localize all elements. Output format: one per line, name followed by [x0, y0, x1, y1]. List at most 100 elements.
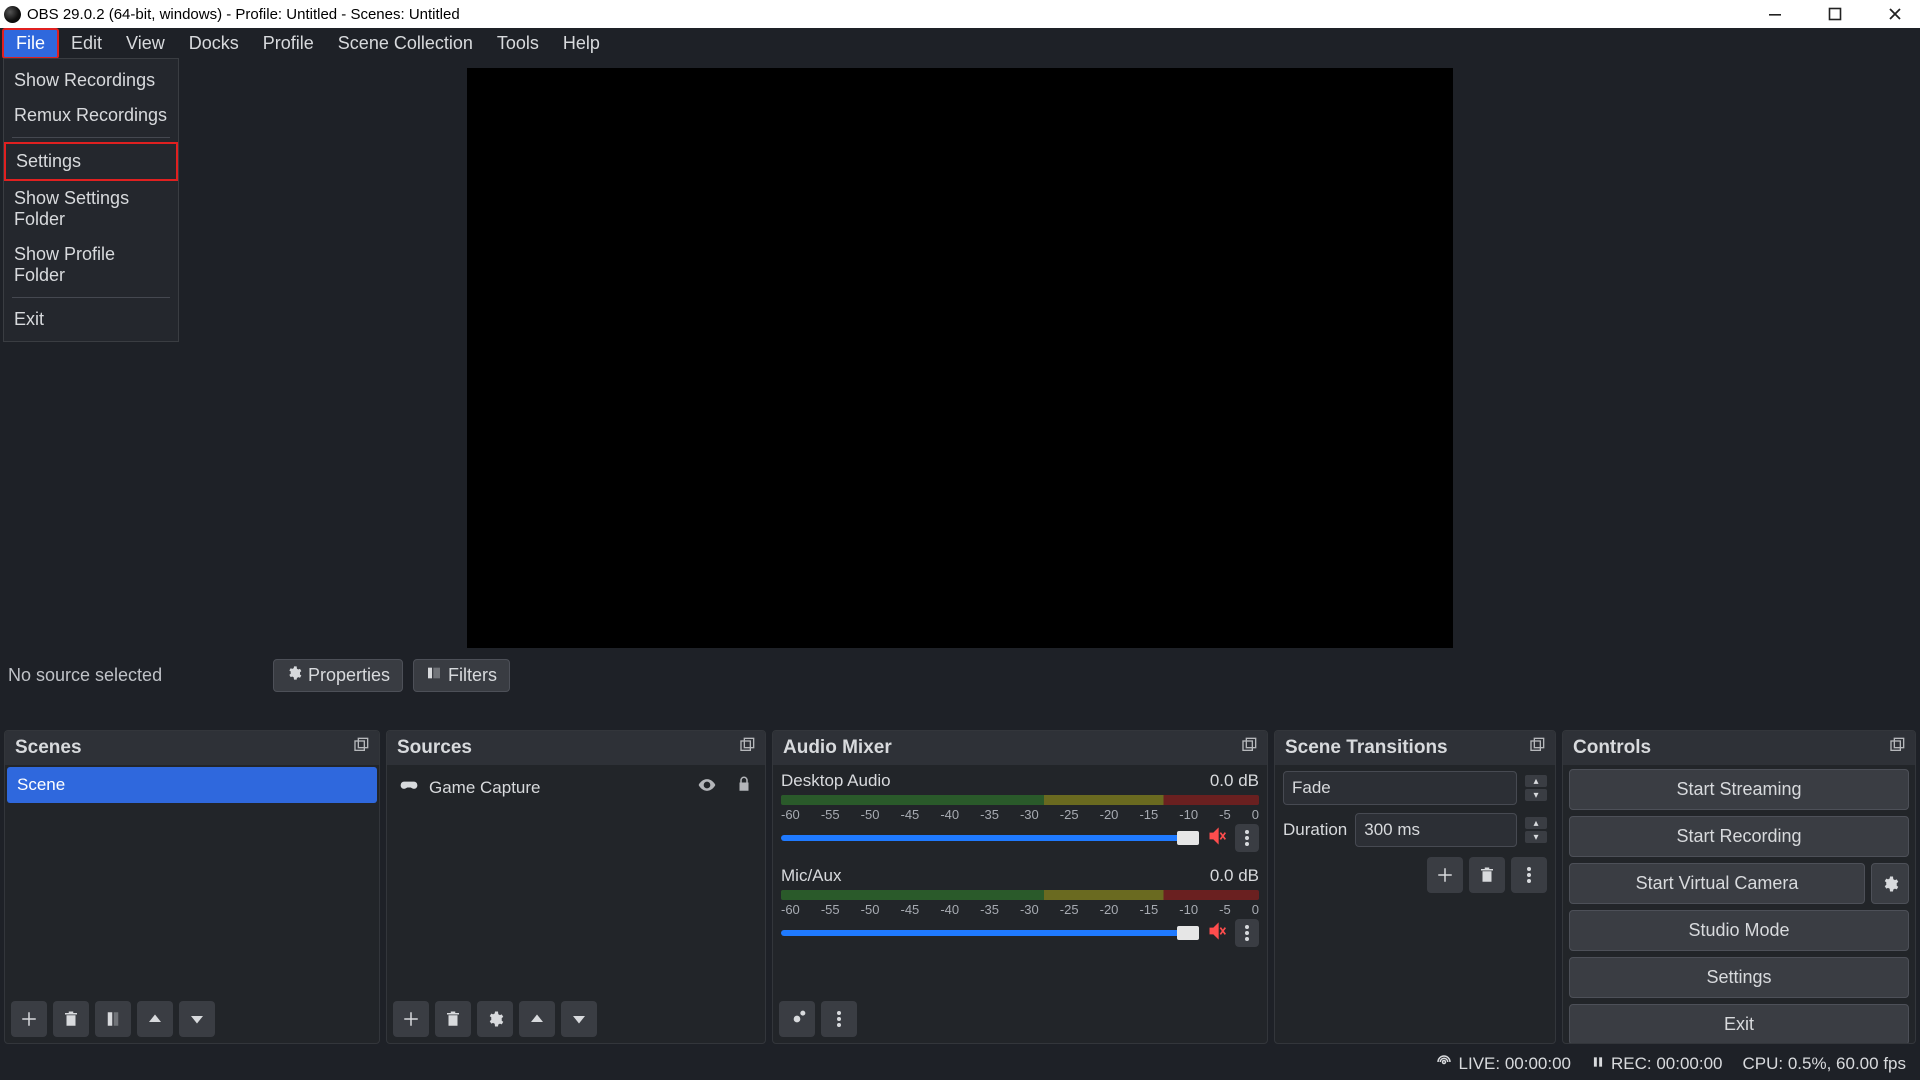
file-dropdown: Show Recordings Remux Recordings Setting… — [3, 58, 179, 342]
transition-type-stepper[interactable]: ▴▾ — [1525, 775, 1547, 801]
menu-help[interactable]: Help — [551, 30, 612, 57]
channel-db: 0.0 dB — [1210, 771, 1259, 791]
channel-db: 0.0 dB — [1210, 866, 1259, 886]
minimize-button[interactable] — [1764, 7, 1786, 21]
filters-label: Filters — [448, 665, 497, 686]
app-icon — [4, 6, 21, 23]
remove-scene-button[interactable] — [53, 1001, 89, 1037]
volume-slider[interactable] — [781, 930, 1199, 936]
channel-menu-button[interactable] — [1235, 824, 1259, 852]
file-settings[interactable]: Settings — [4, 142, 178, 181]
mute-icon[interactable] — [1207, 826, 1227, 851]
window-titlebar: OBS 29.0.2 (64-bit, windows) - Profile: … — [0, 0, 1920, 28]
scene-down-button[interactable] — [179, 1001, 215, 1037]
transition-duration-input[interactable]: 300 ms — [1355, 813, 1517, 847]
rec-label: REC: 00:00:00 — [1611, 1054, 1723, 1074]
pause-icon — [1591, 1054, 1605, 1074]
filters-button[interactable]: Filters — [413, 659, 510, 692]
source-name: Game Capture — [429, 778, 541, 798]
maximize-button[interactable] — [1824, 7, 1846, 21]
gamepad-icon — [399, 775, 419, 800]
file-exit[interactable]: Exit — [4, 302, 178, 337]
file-show-recordings[interactable]: Show Recordings — [4, 63, 178, 98]
popout-icon[interactable] — [739, 737, 755, 759]
cpu-status: CPU: 0.5%, 60.00 fps — [1743, 1054, 1906, 1074]
channel-name: Desktop Audio — [781, 771, 1210, 791]
audio-mixer-panel: Audio Mixer Desktop Audio 0.0 dB -60-55-… — [772, 730, 1268, 1044]
transitions-panel: Scene Transitions Fade ▴▾ Duration 300 m… — [1274, 730, 1556, 1044]
popout-icon[interactable] — [1241, 737, 1257, 759]
mixer-title: Audio Mixer — [783, 737, 892, 759]
controls-panel: Controls Start Streaming Start Recording… — [1562, 730, 1916, 1044]
duration-stepper[interactable]: ▴▾ — [1525, 817, 1547, 843]
channel-menu-button[interactable] — [1235, 919, 1259, 947]
start-streaming-button[interactable]: Start Streaming — [1569, 769, 1909, 810]
scenes-title: Scenes — [15, 737, 82, 759]
source-properties-button[interactable] — [477, 1001, 513, 1037]
scene-item[interactable]: Scene — [7, 767, 377, 803]
source-down-button[interactable] — [561, 1001, 597, 1037]
channel-name: Mic/Aux — [781, 866, 1210, 886]
lock-icon[interactable] — [735, 775, 753, 800]
mute-icon[interactable] — [1207, 921, 1227, 946]
source-up-button[interactable] — [519, 1001, 555, 1037]
popout-icon[interactable] — [353, 737, 369, 759]
controls-title: Controls — [1573, 737, 1651, 759]
mixer-channel-desktop: Desktop Audio 0.0 dB -60-55-50-45-40-35-… — [781, 771, 1259, 852]
menu-edit[interactable]: Edit — [59, 30, 114, 57]
properties-label: Properties — [308, 665, 390, 686]
gear-icon — [286, 665, 302, 686]
transition-type-select[interactable]: Fade — [1283, 771, 1517, 805]
menu-file[interactable]: File — [2, 28, 59, 59]
virtual-camera-settings-button[interactable] — [1871, 863, 1909, 904]
transition-menu-button[interactable] — [1511, 857, 1547, 893]
file-show-settings-folder[interactable]: Show Settings Folder — [4, 181, 178, 237]
duration-label: Duration — [1283, 820, 1347, 840]
start-recording-button[interactable]: Start Recording — [1569, 816, 1909, 857]
start-virtual-camera-button[interactable]: Start Virtual Camera — [1569, 863, 1865, 904]
file-remux-recordings[interactable]: Remux Recordings — [4, 98, 178, 133]
preview-area: No source selected Properties Filters — [0, 58, 1920, 730]
sources-panel: Sources Game Capture — [386, 730, 766, 1044]
preview-canvas[interactable] — [467, 68, 1453, 648]
volume-slider[interactable] — [781, 835, 1199, 841]
sources-title: Sources — [397, 737, 472, 759]
filters-icon — [426, 665, 442, 686]
remove-source-button[interactable] — [435, 1001, 471, 1037]
meter-ticks: -60-55-50-45-40-35-30-25-20-15-10-50 — [781, 807, 1259, 822]
remove-transition-button[interactable] — [1469, 857, 1505, 893]
transitions-title: Scene Transitions — [1285, 737, 1448, 759]
settings-button[interactable]: Settings — [1569, 957, 1909, 998]
studio-mode-button[interactable]: Studio Mode — [1569, 910, 1909, 951]
menu-view[interactable]: View — [114, 30, 177, 57]
menu-scene-collection[interactable]: Scene Collection — [326, 30, 485, 57]
add-transition-button[interactable] — [1427, 857, 1463, 893]
eye-icon[interactable] — [697, 775, 717, 800]
popout-icon[interactable] — [1889, 737, 1905, 759]
close-button[interactable] — [1884, 7, 1906, 21]
mixer-menu-button[interactable] — [821, 1001, 857, 1037]
popout-icon[interactable] — [1529, 737, 1545, 759]
menubar: File Edit View Docks Profile Scene Colle… — [0, 28, 1920, 58]
source-item[interactable]: Game Capture — [389, 767, 763, 808]
exit-button[interactable]: Exit — [1569, 1004, 1909, 1044]
mixer-channel-mic: Mic/Aux 0.0 dB -60-55-50-45-40-35-30-25-… — [781, 866, 1259, 947]
mixer-advanced-button[interactable] — [779, 1001, 815, 1037]
scene-filters-button[interactable] — [95, 1001, 131, 1037]
menu-profile[interactable]: Profile — [251, 30, 326, 57]
record-status: REC: 00:00:00 — [1591, 1054, 1723, 1074]
stream-status: LIVE: 00:00:00 — [1435, 1053, 1571, 1076]
properties-button[interactable]: Properties — [273, 659, 403, 692]
menu-docks[interactable]: Docks — [177, 30, 251, 57]
live-label: LIVE: 00:00:00 — [1459, 1054, 1571, 1074]
add-scene-button[interactable] — [11, 1001, 47, 1037]
source-infobar: No source selected Properties Filters — [0, 648, 1920, 702]
broadcast-icon — [1435, 1053, 1453, 1076]
file-show-profile-folder[interactable]: Show Profile Folder — [4, 237, 178, 293]
statusbar: LIVE: 00:00:00 REC: 00:00:00 CPU: 0.5%, … — [0, 1048, 1920, 1080]
add-source-button[interactable] — [393, 1001, 429, 1037]
scenes-panel: Scenes Scene — [4, 730, 380, 1044]
no-source-label: No source selected — [8, 665, 263, 686]
scene-up-button[interactable] — [137, 1001, 173, 1037]
menu-tools[interactable]: Tools — [485, 30, 551, 57]
